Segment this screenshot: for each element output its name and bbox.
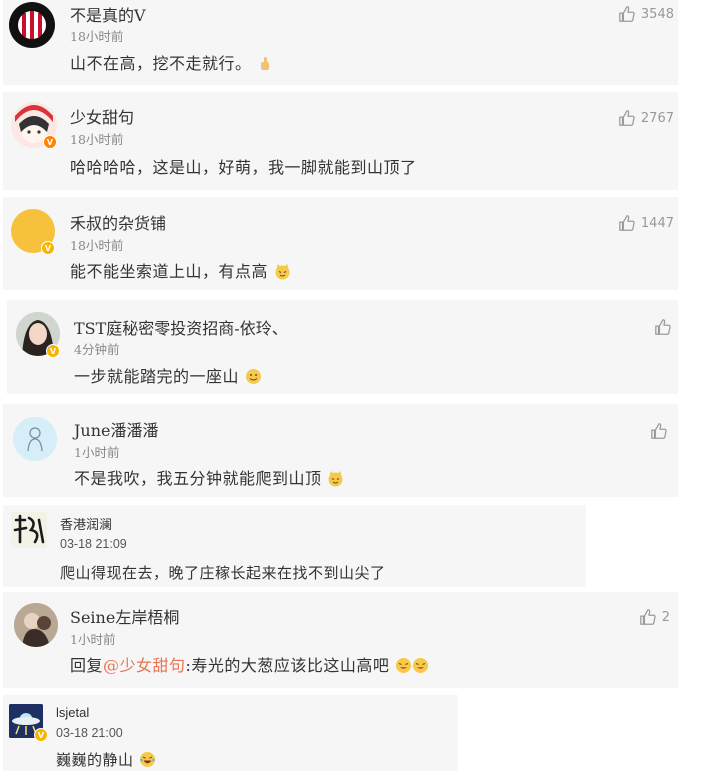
avatar[interactable] — [13, 417, 57, 461]
crying-laugh-emoji-icon — [413, 658, 429, 673]
like-button[interactable] — [650, 422, 668, 440]
like-count: 1447 — [640, 215, 674, 231]
smile-emoji-icon — [245, 369, 261, 384]
sketch-figure-icon — [13, 417, 57, 461]
timestamp: 03-18 21:09 — [60, 537, 127, 551]
username[interactable]: 少女甜句 — [70, 104, 134, 128]
like-count: 2767 — [640, 110, 674, 126]
reply-prefix: 回复 — [70, 656, 104, 675]
timestamp: 03-18 21:00 — [56, 726, 123, 740]
timestamp: 4分钟前 — [74, 342, 120, 357]
username[interactable]: 不是真的V — [70, 2, 146, 26]
comment-card: June潘潘潘 1小时前 不是我吹，我五分钟就能爬到山顶 — [3, 404, 678, 497]
timestamp: 18小时前 — [70, 29, 124, 44]
comment-body: 能不能坐索道上山，有点高 — [70, 262, 269, 281]
comment-text: 一步就能踏完的一座山 — [74, 363, 262, 387]
comment-body: :寿光的大葱应该比这山高吧 — [185, 656, 390, 675]
comment-body: 不是我吹，我五分钟就能爬到山顶 — [74, 469, 322, 488]
like-button[interactable]: 3548 — [618, 5, 674, 23]
verified-badge-icon: V — [41, 241, 55, 255]
timestamp: 1小时前 — [70, 632, 116, 647]
like-button[interactable]: 2 — [639, 608, 670, 626]
comment-text: 巍巍的静山 — [56, 749, 156, 770]
verified-badge-icon: V — [43, 135, 57, 149]
username[interactable]: Seine左岸梧桐 — [70, 604, 179, 628]
like-button[interactable] — [654, 318, 672, 336]
username[interactable]: TST庭秘密零投资招商-依玲、 — [74, 315, 288, 339]
club-crest-icon — [11, 4, 53, 46]
thumbs-up-emoji-icon — [261, 57, 270, 70]
thumbs-up-icon — [654, 318, 672, 336]
avatar[interactable] — [11, 512, 47, 548]
comment-card: V 少女甜句 18小时前 哈哈哈哈，这是山，好萌，我一脚就能到山顶了 2767 — [3, 92, 678, 190]
username[interactable]: lsjetal — [56, 705, 89, 720]
timestamp: 1小时前 — [74, 445, 120, 460]
comment-text: 不是我吹，我五分钟就能爬到山顶 — [74, 465, 344, 489]
thumbs-up-icon — [639, 608, 657, 626]
comment-card: 香港润澜 03-18 21:09 爬山得现在去，晚了庄稼长起来在找不到山尖了 — [3, 505, 586, 587]
avatar[interactable] — [14, 603, 58, 647]
comment-card: V TST庭秘密零投资招商-依玲、 4分钟前 一步就能踏完的一座山 — [7, 300, 678, 394]
comment-body: 巍巍的静山 — [56, 751, 134, 769]
verified-badge-icon: V — [34, 728, 48, 742]
comment-text: 哈哈哈哈，这是山，好萌，我一脚就能到山顶了 — [70, 158, 417, 177]
timestamp: 18小时前 — [70, 132, 124, 147]
like-count: 2 — [661, 609, 670, 625]
mention-link[interactable]: @少女甜句 — [103, 656, 186, 675]
like-button[interactable]: 2767 — [618, 109, 674, 127]
username[interactable]: June潘潘潘 — [74, 417, 159, 441]
cat-face-emoji-icon — [275, 264, 290, 280]
like-count: 3548 — [640, 6, 674, 22]
cat-face-emoji-icon — [328, 471, 343, 487]
avatar[interactable] — [9, 2, 55, 48]
user-photo-icon — [14, 603, 58, 647]
thumbs-up-icon — [618, 5, 636, 23]
comment-text: 能不能坐索道上山，有点高 — [70, 258, 291, 282]
username[interactable]: 禾叔的杂货铺 — [70, 210, 166, 234]
comment-text: 回复@少女甜句:寿光的大葱应该比这山高吧 — [70, 652, 429, 676]
thumbs-up-icon — [618, 214, 636, 232]
laughing-emoji-icon — [139, 752, 155, 767]
like-button[interactable]: 1447 — [618, 214, 674, 232]
comment-text: 山不在高，挖不走就行。 — [70, 50, 274, 74]
comment-card: V 禾叔的杂货铺 18小时前 能不能坐索道上山，有点高 1447 — [3, 197, 678, 290]
crying-laugh-emoji-icon — [396, 658, 412, 673]
comment-text: 爬山得现在去，晚了庄稼长起来在找不到山尖了 — [60, 564, 386, 582]
calligraphy-icon — [11, 512, 47, 548]
comment-card: Seine左岸梧桐 1小时前 回复@少女甜句:寿光的大葱应该比这山高吧 2 — [3, 592, 678, 688]
comment-card: 不是真的V 18小时前 山不在高，挖不走就行。 3548 — [3, 0, 678, 85]
thumbs-up-icon — [650, 422, 668, 440]
comment-body: 山不在高，挖不走就行。 — [70, 54, 252, 73]
verified-badge-icon: V — [46, 344, 60, 358]
comment-card: V lsjetal 03-18 21:00 巍巍的静山 — [3, 695, 458, 771]
username[interactable]: 香港润澜 — [60, 514, 112, 533]
timestamp: 18小时前 — [70, 238, 124, 253]
comment-body: 一步就能踏完的一座山 — [74, 367, 240, 386]
thumbs-up-icon — [618, 109, 636, 127]
